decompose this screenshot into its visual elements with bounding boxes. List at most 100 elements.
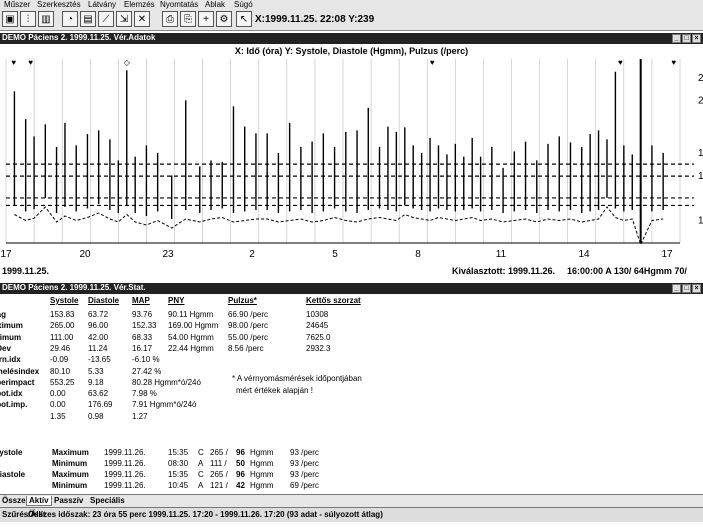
tab-bar: Összes Aktív Passzív Speciális xyxy=(0,494,703,507)
menu-item-szerkesztes[interactable]: Szerkesztés xyxy=(37,0,81,9)
extreme-kind: Minimum xyxy=(52,459,88,468)
extreme-unit: Hgmm xyxy=(250,459,274,468)
extreme-systole: 121 / xyxy=(210,481,228,490)
tab-passziv[interactable]: Passzív xyxy=(52,496,85,505)
chart-window-titlebar: DEMO Páciens 2. 1999.11.25. Vér.Adatok _… xyxy=(0,33,703,44)
stats-panel: Systole Diastole MAP PNY Pulzus* Kettős szorz… xyxy=(0,296,703,492)
stats-col-header: Pulzus* xyxy=(228,296,257,305)
toolbar: ▣ ⫶ ▥ ◔ ▤ ⟋ ⇲ ✕ ⎙ ⎘ + ⚙ ↖ X:1999.11.25. … xyxy=(0,10,703,31)
x-tick-label: 20 xyxy=(79,249,91,260)
extreme-date: 1999.11.26. xyxy=(104,448,146,457)
stats-cell: 98.00 /perc xyxy=(228,321,269,331)
extreme-mode: A xyxy=(198,481,204,490)
menu-item-nyomtatas[interactable]: Nyomtatás xyxy=(160,0,198,9)
menu-item-sugo[interactable]: Súgó xyxy=(234,0,253,9)
stats-row-label: Minimum xyxy=(0,332,22,342)
extreme-diastole: 96 xyxy=(236,448,245,457)
extreme-systole: 265 / xyxy=(210,470,228,479)
tab-specialis[interactable]: Speciális xyxy=(88,496,127,505)
stats-cell: 8.56 /perc xyxy=(228,343,264,353)
x-tick-label: 14 xyxy=(578,249,590,260)
x-tick-label: 2 xyxy=(249,249,255,260)
stats-cell: 54.00 Hgmm xyxy=(168,332,214,342)
stats-row-label: Terhelésindex xyxy=(0,366,40,376)
selected-label: Kiválasztott: 1999.11.26. xyxy=(452,266,556,276)
stats-row-label: Maximum xyxy=(0,321,23,331)
bp-chart[interactable]: 2 2 1 1 1 ♥ ♥ ◇ ♥ ♥ ♥ xyxy=(0,57,703,247)
stats-row-label: Diurn.idx xyxy=(0,355,21,365)
x-tick-label: 8 xyxy=(415,249,421,260)
chart-icon[interactable]: ▥ xyxy=(38,11,54,27)
stats-cell: 111.00 xyxy=(50,332,74,342)
tab-aktiv[interactable]: Aktív xyxy=(26,496,52,506)
chart-axis-caption: X: Idő (óra) Y: Systole, Diastole (Hgmm)… xyxy=(234,46,469,56)
stats-cell: 42.00 xyxy=(88,332,109,342)
x-tick-label: 17 xyxy=(661,249,673,260)
close-data-icon[interactable]: ✕ xyxy=(134,11,150,27)
extreme-time: 10:45 xyxy=(168,481,189,490)
maximize-button[interactable]: □ xyxy=(682,34,691,43)
stats-col-header: Kettős szorzat xyxy=(306,296,361,305)
ruler-icon[interactable]: ⫶ xyxy=(20,11,36,27)
stats-row-label: Hyperimpact xyxy=(0,377,35,387)
stats-cell: 27.42 % xyxy=(132,366,162,376)
stats-cell: 152.33 xyxy=(132,321,157,331)
menu-item-ablak[interactable]: Ablak xyxy=(205,0,225,9)
chart-window-title: DEMO Páciens 2. 1999.11.25. Vér.Adatok xyxy=(2,33,156,42)
minimize-button[interactable]: _ xyxy=(672,34,681,43)
x-tick-label: 23 xyxy=(162,249,174,260)
stats-cell: 68.33 xyxy=(132,332,153,342)
menu-item-muszer[interactable]: Műszer xyxy=(4,0,30,9)
pulse-line xyxy=(14,206,664,246)
stats-window-titlebar: DEMO Páciens 2. 1999.11.25. Vér.Stat. _ … xyxy=(0,283,703,294)
event-marker-icon: ♥ xyxy=(430,58,435,67)
x-tick-label: 11 xyxy=(495,249,507,260)
print-icon[interactable]: ⎙ xyxy=(162,11,178,27)
extreme-time: 15:35 xyxy=(168,470,189,479)
trend-icon[interactable]: ⟋ xyxy=(98,11,114,27)
menu-item-latvany[interactable]: Látvány xyxy=(88,0,116,9)
menu-item-elemzes[interactable]: Elemzés xyxy=(124,0,155,9)
extreme-systole: 111 / xyxy=(210,459,227,468)
export-icon[interactable]: ⇲ xyxy=(116,11,132,27)
stats-cell: 11.24 xyxy=(88,343,108,353)
stats-cell: 169.00 Hgmm xyxy=(168,321,219,331)
stats-cell: 7.98 % xyxy=(132,389,157,399)
extreme-kind: Maximum xyxy=(52,448,89,457)
cursor-icon[interactable]: ↖ xyxy=(236,11,252,27)
maximize-button[interactable]: □ xyxy=(682,284,691,293)
stats-cell: 63.62 xyxy=(88,389,109,399)
stats-row-label: Hypot.idx xyxy=(0,389,23,399)
stats-cell: 1.35 xyxy=(50,411,66,421)
print-preview-icon[interactable]: ⎘ xyxy=(180,11,196,27)
close-button[interactable]: × xyxy=(692,284,701,293)
event-marker-icon: ♥ xyxy=(11,58,16,67)
event-marker-icon: ♥ xyxy=(671,58,676,67)
extreme-diastole: 42 xyxy=(236,481,245,490)
open-icon[interactable]: ▣ xyxy=(2,11,18,27)
close-button[interactable]: × xyxy=(692,34,701,43)
stats-cell: 176.69 xyxy=(88,400,113,410)
extreme-time: 15:35 xyxy=(168,448,189,457)
minimize-button[interactable]: _ xyxy=(672,284,681,293)
stats-cell: 22.44 Hgmm xyxy=(168,343,214,353)
print-setup-icon[interactable]: ⚙ xyxy=(216,11,232,27)
extreme-diastole: 50 xyxy=(236,459,245,468)
extreme-diastole: 96 xyxy=(236,470,245,479)
extreme-mode: A xyxy=(198,459,204,468)
menu-bar: Műszer Szerkesztés Látvány Elemzés Nyomt… xyxy=(0,0,703,10)
stats-cell: 553.25 xyxy=(50,377,75,387)
event-marker-icon: ♥ xyxy=(618,58,623,67)
stats-cell: 66.90 /perc xyxy=(228,310,269,319)
stats-cell: 0.00 xyxy=(50,389,66,399)
print-add-icon[interactable]: + xyxy=(198,11,214,27)
y-tick-label: 2 xyxy=(698,95,703,106)
extreme-date: 1999.11.26. xyxy=(104,459,146,468)
bars-icon[interactable]: ▤ xyxy=(80,11,96,27)
y-tick-label: 1 xyxy=(698,171,703,182)
stats-cell: 7.91 Hgmm*ó/24ó xyxy=(132,400,197,410)
stats-cell: 7625.0 xyxy=(306,332,331,342)
extreme-pulse: 93 /perc xyxy=(290,459,319,468)
footnote-text: * A vérnyomásmérések időpontjában xyxy=(232,374,362,383)
pie-icon[interactable]: ◔ xyxy=(62,11,78,27)
